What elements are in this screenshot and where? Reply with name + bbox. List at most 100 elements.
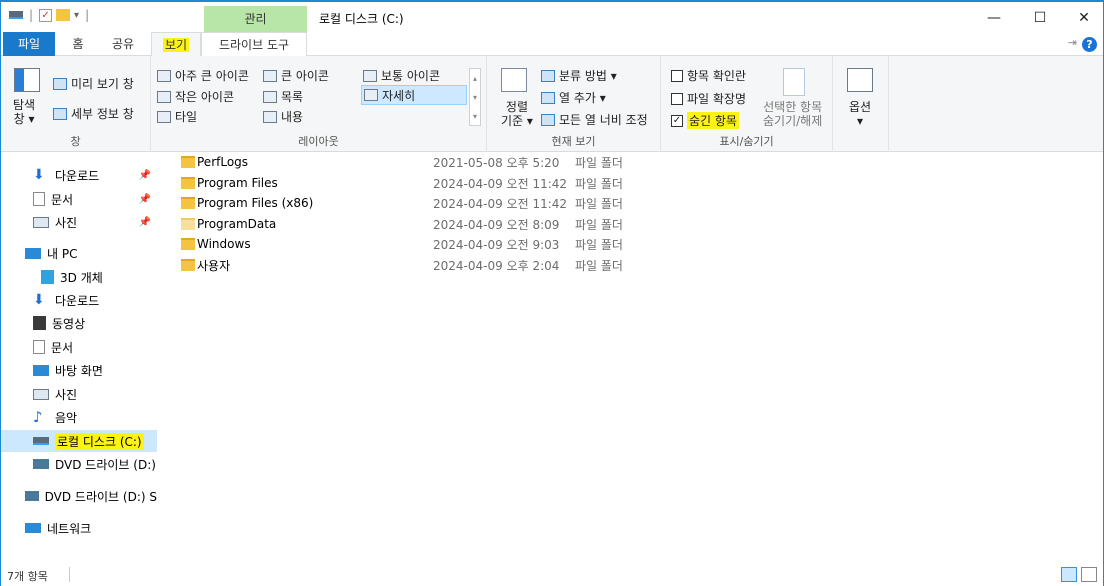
contextual-tab-manage[interactable]: 관리: [204, 6, 307, 32]
nav-item-desktop[interactable]: 바탕 화면: [1, 359, 157, 381]
large-icons-view-button[interactable]: [1081, 567, 1097, 582]
group-current-view: 정렬 기준 ▾ 분류 방법 ▾ 열 추가 ▾ 모든 열 너비 조정 현재 보기: [487, 56, 661, 152]
details-icon: [364, 89, 378, 101]
layout-scroll[interactable]: ▴ ▾ ▾: [469, 68, 481, 126]
layout-extra-large[interactable]: 아주 큰 아이콘: [157, 67, 249, 84]
item-checkboxes-toggle[interactable]: 항목 확인란: [671, 67, 746, 84]
item-checkboxes-checkbox[interactable]: [671, 69, 683, 82]
layout-details[interactable]: 자세히: [361, 85, 467, 105]
details-pane-button[interactable]: 세부 정보 창: [53, 105, 134, 122]
layout-tiles-label: 타일: [175, 110, 198, 124]
layout-list[interactable]: 목록: [263, 88, 303, 105]
layout-medium[interactable]: 보통 아이콘: [363, 67, 440, 84]
tab-file[interactable]: 파일: [3, 32, 55, 56]
properties-icon[interactable]: ✓: [39, 8, 53, 22]
file-extensions-toggle[interactable]: 파일 확장명: [671, 90, 746, 107]
tab-home[interactable]: 홈: [63, 32, 93, 56]
sort-by-label-2: 기준 ▾: [501, 114, 533, 128]
video-icon: [33, 316, 46, 330]
navigation-pane-button[interactable]: 탐색 창 ▾: [13, 98, 35, 126]
table-row[interactable]: PerfLogs 2021-05-08 오후 5:20 파일 폴더: [171, 152, 651, 172]
layout-content[interactable]: 내용: [263, 108, 303, 125]
hidden-items-toggle[interactable]: ✓ 숨긴 항목: [671, 112, 739, 129]
pin-icon: 📌: [138, 216, 151, 228]
dvd-icon: [33, 459, 49, 469]
add-columns-button[interactable]: 열 추가 ▾: [541, 89, 606, 106]
nav-item-label: 다운로드: [55, 168, 100, 183]
close-button[interactable]: ✕: [1061, 6, 1104, 30]
nav-item-label: 네트워크: [47, 521, 92, 536]
nav-item-label: 문서: [51, 340, 74, 355]
file-type: 파일 폴더: [575, 196, 623, 211]
nav-item-pictures[interactable]: 사진: [1, 383, 157, 405]
layout-large[interactable]: 큰 아이콘: [263, 67, 329, 84]
ribbon: 탐색 창 ▾ 미리 보기 창 세부 정보 창 창 아주 큰 아이콘 큰 아이콘: [1, 56, 1103, 152]
ribbon-tabs: 파일 홈 공유 보기 드라이브 도구 ⇥ ?: [1, 32, 1103, 57]
tab-view[interactable]: 보기: [151, 32, 201, 57]
options-label: 옵션: [849, 100, 872, 114]
tab-share[interactable]: 공유: [103, 32, 143, 56]
file-name: ProgramData: [197, 217, 277, 231]
sort-by-icon: [501, 68, 527, 92]
group-layout-label: 레이아웃: [298, 135, 339, 148]
file-date: 2024-04-09 오전 8:09: [433, 217, 560, 232]
nav-item-label: 바탕 화면: [55, 363, 103, 378]
desktop-icon: [33, 364, 49, 376]
layout-small[interactable]: 작은 아이콘: [157, 88, 234, 105]
qat-dropdown-icon[interactable]: ▾: [74, 10, 79, 21]
content-icon: [263, 110, 277, 123]
new-folder-icon[interactable]: [56, 9, 71, 21]
nav-item-videos[interactable]: 동영상: [1, 312, 157, 334]
pin-ribbon-icon[interactable]: ⇥: [1068, 36, 1077, 49]
navigation-pane-label-2: 창 ▾: [13, 112, 35, 126]
hidden-items-checkbox[interactable]: ✓: [671, 114, 683, 127]
nav-item-downloads[interactable]: ⬇ 다운로드: [1, 289, 157, 311]
group-by-button[interactable]: 분류 방법 ▾: [541, 67, 617, 84]
preview-pane-button[interactable]: 미리 보기 창: [53, 75, 134, 92]
hide-selected-icon: [783, 68, 805, 96]
table-row[interactable]: Program Files (x86) 2024-04-09 오전 11:42 …: [171, 193, 651, 213]
details-view-button[interactable]: [1061, 567, 1077, 582]
file-name: 사용자: [197, 258, 231, 273]
layout-list-label: 목록: [281, 90, 304, 104]
nav-item-pictures-quick[interactable]: 사진 📌: [1, 211, 157, 233]
nav-item-music[interactable]: ♪ 음악: [1, 406, 157, 428]
nav-item-network[interactable]: 네트워크: [1, 517, 157, 539]
nav-item-downloads-quick[interactable]: ⬇ 다운로드 📌: [1, 164, 157, 186]
folder-icon: [181, 156, 195, 168]
nav-item-this-pc[interactable]: 내 PC: [1, 242, 157, 264]
size-all-columns-label: 모든 열 너비 조정: [559, 113, 648, 127]
nav-item-documents-quick[interactable]: 문서 📌: [1, 188, 157, 210]
file-extensions-checkbox[interactable]: [671, 92, 683, 105]
nav-item-label: 사진: [55, 215, 78, 230]
maximize-button[interactable]: ☐: [1017, 6, 1063, 30]
layout-details-label: 자세히: [382, 88, 416, 103]
table-row[interactable]: Program Files 2024-04-09 오전 11:42 파일 폴더: [171, 173, 651, 193]
nav-item-label: 내 PC: [47, 246, 78, 261]
pc-icon: [25, 247, 41, 259]
sort-by-button[interactable]: 정렬 기준 ▾: [501, 100, 533, 128]
nav-item-documents[interactable]: 문서: [1, 336, 157, 358]
hide-selected-button[interactable]: 선택한 항목 숨기기/해제: [763, 100, 822, 128]
help-icon[interactable]: ?: [1082, 37, 1097, 52]
tab-drive-tools[interactable]: 드라이브 도구: [201, 32, 307, 57]
group-options: 옵션 ▾: [833, 56, 889, 152]
nav-item-3d-objects[interactable]: 3D 개체: [1, 266, 157, 288]
table-row[interactable]: ProgramData 2024-04-09 오전 8:09 파일 폴더: [171, 214, 651, 234]
file-name: Program Files (x86): [197, 196, 314, 210]
options-button[interactable]: 옵션 ▾: [849, 100, 871, 128]
nav-item-dvd-drive-root[interactable]: DVD 드라이브 (D:) S: [1, 485, 157, 507]
table-row[interactable]: 사용자 2024-04-09 오후 2:04 파일 폴더: [171, 255, 651, 275]
nav-item-dvd-drive[interactable]: DVD 드라이브 (D:): [1, 453, 157, 475]
layout-tiles[interactable]: 타일: [157, 108, 197, 125]
group-show-hide-label: 표시/숨기기: [719, 135, 774, 148]
minimize-button[interactable]: —: [971, 6, 1017, 30]
group-by-label: 분류 방법 ▾: [559, 69, 617, 83]
nav-item-local-disk[interactable]: 로컬 디스크 (C:): [1, 430, 157, 452]
table-row[interactable]: Windows 2024-04-09 오전 9:03 파일 폴더: [171, 234, 651, 254]
document-icon: [33, 192, 45, 206]
nav-item-label: 음악: [55, 410, 78, 425]
file-date: 2024-04-09 오전 11:42: [433, 176, 568, 191]
size-all-columns-button[interactable]: 모든 열 너비 조정: [541, 111, 648, 128]
nav-item-label: 문서: [51, 192, 74, 207]
